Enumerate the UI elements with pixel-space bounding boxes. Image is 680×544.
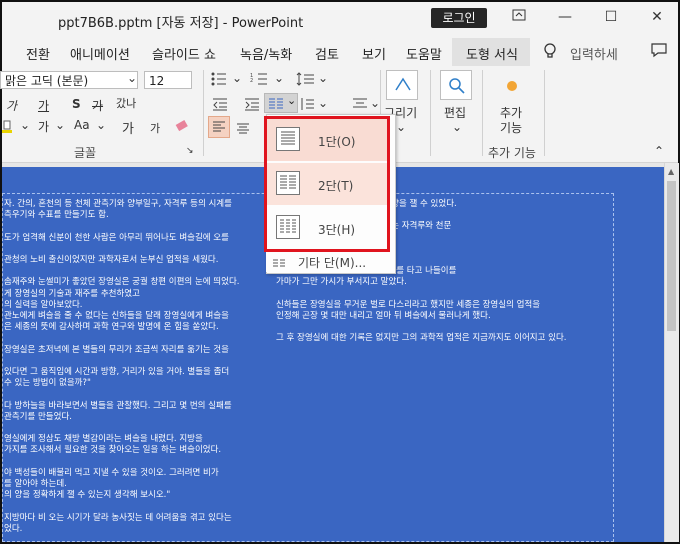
addins-button[interactable]: 추가 기능 — [500, 106, 528, 136]
decrease-indent-icon[interactable] — [212, 96, 228, 115]
maximize-button[interactable]: ☐ — [596, 6, 626, 28]
font-group-label: 글꼴 — [74, 146, 97, 160]
chevron-down-icon[interactable]: ⌄ — [396, 120, 406, 134]
slide-text-line: 은 세종의 뜻에 감사하며 과학 연구와 발명에 온 힘을 쏟았다. — [4, 322, 219, 333]
highlight-box — [264, 116, 390, 252]
comment-icon[interactable] — [650, 42, 668, 62]
slide-text-line: 신하들은 장영실을 무거운 벌로 다스리라고 했지만 세종은 장영실의 업적을 — [276, 299, 541, 310]
search-icon[interactable] — [440, 70, 472, 100]
slide-text-line: 지방마다 비 오는 시기가 달라 농사짓는 데 어려움을 겪고 있다는 — [4, 512, 232, 523]
addins-group-label: 추가 기능 — [488, 146, 536, 160]
underline-icon[interactable]: 가 — [38, 97, 49, 114]
tell-me-input[interactable]: 입력하세 — [570, 44, 618, 63]
font-name-value: 맑은 고딕 (본문) — [5, 74, 89, 88]
login-button[interactable]: 로그인 — [431, 8, 487, 28]
tab-help[interactable]: 도움말 — [406, 44, 442, 63]
tab-recording[interactable]: 녹음/녹화 — [240, 44, 292, 63]
addins-icon[interactable] — [504, 78, 520, 98]
char-spacing-icon[interactable]: 갔나 — [116, 95, 136, 111]
group-separator — [203, 70, 204, 156]
chevron-down-icon[interactable]: ⌄ — [318, 96, 328, 110]
slide-text-line: 측우기와 수표를 만들기도 함. — [4, 210, 109, 221]
font-name-dropdown[interactable]: 맑은 고딕 (본문) — [0, 71, 138, 89]
slide-text-line: 관측기를 만들었다. — [4, 411, 72, 422]
slide-text-line: 장영실은 초저녁에 본 별들의 무리가 조금씩 자리를 옮기는 것을 — [4, 344, 229, 355]
chevron-down-icon[interactable]: ⌄ — [55, 118, 65, 132]
grow-font-button[interactable]: 가 — [122, 118, 134, 137]
chevron-down-icon[interactable]: ⌄ — [96, 118, 106, 132]
slide-text-line: 자. 간의, 혼천의 등 천체 관측기와 양부일구, 자격루 등의 시계를 — [4, 199, 232, 209]
option-more-columns[interactable]: 기타 단(M)... — [266, 252, 390, 272]
slide-text-line: 수 있는 방법이 없을까?" — [4, 378, 91, 389]
tab-transitions[interactable]: 전환 — [26, 44, 50, 63]
line-spacing-icon[interactable] — [296, 71, 318, 91]
slide-text-line: 의 양을 정확하게 잴 수 있는지 생각해 보시오." — [4, 490, 171, 501]
group-separator — [482, 70, 483, 156]
slide-text-line: 의 실력을 알아보았다. — [4, 299, 83, 310]
shapes-icon[interactable] — [386, 70, 418, 100]
scroll-thumb[interactable] — [667, 181, 676, 331]
bullets-icon[interactable] — [210, 71, 232, 91]
text-direction-icon[interactable] — [300, 96, 316, 116]
scroll-up-icon[interactable]: ▲ — [668, 167, 674, 176]
align-center-icon[interactable] — [236, 120, 250, 139]
close-button[interactable]: ✕ — [642, 6, 672, 28]
ribbon-display-icon[interactable] — [504, 6, 534, 28]
slide-text-line: 솜재주와 눈썰미가 좋았던 장영실은 궁궐 창편 이편의 눈에 띄었다. — [4, 277, 240, 288]
italic-icon[interactable]: 가 — [6, 97, 17, 114]
chevron-down-icon[interactable]: ⌄ — [370, 96, 380, 110]
shadow-icon[interactable]: S — [72, 97, 81, 111]
chevron-down-icon[interactable]: ⌄ — [452, 120, 462, 134]
slide-text-line: 가마가 그만 가시가 부서지고 말았다. — [276, 277, 407, 288]
font-size-dropdown[interactable]: 12 — [144, 71, 192, 89]
tab-slideshow[interactable]: 슬라이드 쇼 — [152, 44, 216, 63]
slide-text-line: 관노에게 벼슬을 줄 수 없다는 신하들을 달래 장영실에게 벼슬을 — [4, 311, 229, 321]
clear-format-icon[interactable] — [174, 118, 190, 137]
dialog-launcher-icon[interactable]: ↘ — [186, 146, 194, 156]
numbering-icon[interactable]: 12 — [250, 71, 272, 91]
chevron-down-icon[interactable]: ⌄ — [127, 71, 137, 85]
group-separator — [430, 70, 431, 156]
slide-text-line: 관청의 노비 출신이었지만 과학자로서 눈부신 업적을 세웠다. — [4, 255, 219, 265]
slide-text-line: 야 백성들이 배불리 먹고 지낼 수 있을 것이오. 그러려면 비가 — [4, 467, 219, 478]
minimize-button[interactable]: — — [550, 6, 580, 28]
option-label: 기타 단(M)... — [298, 256, 367, 270]
slide-text-line: 게 장영실의 기술과 재주를 추천하였고 — [4, 288, 140, 299]
slide-text-line: 있다면 그 움직임에 시간과 방향, 거리가 있을 거야. 별들을 좀더 — [4, 367, 230, 377]
strikethrough-icon[interactable]: 가 — [92, 97, 103, 114]
chevron-down-icon[interactable]: ⌄ — [318, 71, 328, 85]
shrink-font-button[interactable]: 가 — [150, 120, 160, 136]
align-text-icon[interactable] — [352, 96, 368, 115]
slide-text-line: 영실에게 정삼도 채방 별감이라는 벼슬을 내렸다. 지방을 — [4, 434, 203, 445]
editing-label[interactable]: 편집 — [444, 104, 466, 121]
font-color-icon[interactable]: 가 — [38, 118, 49, 135]
window-title: ppt7B6B.pptm [자동 저장] - PowerPoint — [58, 16, 304, 31]
chevron-down-icon[interactable]: ⌄ — [232, 71, 242, 85]
change-case-button[interactable]: Aa — [74, 118, 90, 132]
columns-button[interactable]: ⌄ — [264, 93, 298, 113]
font-size-value: 12 — [149, 74, 165, 88]
chevron-down-icon[interactable]: ⌄ — [274, 71, 284, 85]
slide-text-line: 었다. — [4, 523, 23, 534]
highlight-icon[interactable] — [2, 118, 12, 133]
collapse-ribbon-icon[interactable]: ⌃ — [654, 144, 664, 158]
svg-text:2: 2 — [250, 78, 253, 84]
chevron-down-icon[interactable]: ⌄ — [20, 118, 30, 132]
tab-shape-format[interactable]: 도형 서식 — [466, 44, 518, 63]
group-separator — [544, 70, 545, 156]
slide-text-line: 그 후 장영실에 대한 기록은 없지만 그의 과학적 업적은 지금까지도 이어지… — [276, 333, 567, 344]
slide-text-line: 를 알아야 하는데. — [4, 479, 67, 489]
tab-review[interactable]: 검토 — [315, 44, 339, 63]
align-left-button[interactable] — [208, 116, 230, 138]
vertical-scrollbar[interactable]: ▲ — [664, 163, 679, 542]
tab-animations[interactable]: 애니메이션 — [70, 44, 130, 63]
slide-text-line: 가지를 조사해서 필요한 것을 찾아오는 일을 하는 벼슬이었다. — [4, 445, 222, 456]
more-columns-icon — [272, 255, 286, 274]
increase-indent-icon[interactable] — [244, 96, 260, 115]
slide-text-line: 도가 엄격해 신분이 천한 사람은 아무리 뛰어나도 벼슬길에 오를 — [4, 232, 229, 243]
slide-text-line: 인정해 곤장 몇 대만 내리고 얼마 뒤 벼슬에서 물러나게 했다. — [276, 311, 491, 321]
tab-view[interactable]: 보기 — [362, 44, 386, 63]
slide-text-line: 다 방하늘을 바라보면서 별들을 관찰했다. 그리고 몇 번의 실패를 — [4, 400, 232, 411]
lightbulb-icon[interactable] — [542, 42, 558, 64]
